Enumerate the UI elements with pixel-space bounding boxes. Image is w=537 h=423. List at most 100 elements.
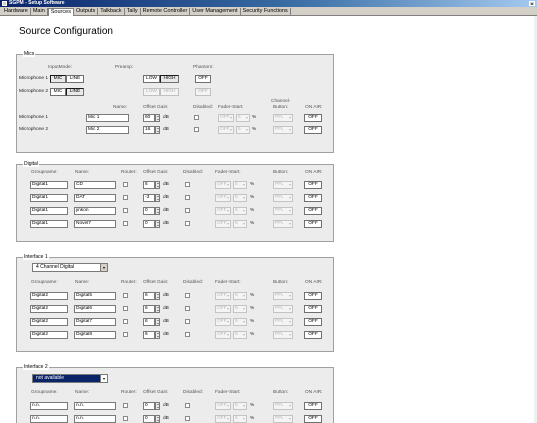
- digital-row2-onair-button[interactable]: OFF: [304, 194, 322, 202]
- if1-row4-name-field[interactable]: Digital8: [74, 331, 116, 339]
- if1-row1-gain-spinner[interactable]: [155, 292, 160, 300]
- if1-row1-name-field[interactable]: Digital5: [74, 292, 116, 300]
- digital-row3-button-select[interactable]: PFL: [273, 207, 293, 215]
- digital-row3-router-checkbox[interactable]: [123, 208, 128, 213]
- digital-row3-onair-button[interactable]: OFF: [304, 207, 322, 215]
- mic2-gain-field[interactable]: 16: [143, 126, 155, 134]
- menu-item-2[interactable]: Sources: [47, 8, 74, 16]
- if2-row1-gain-spinner[interactable]: [155, 402, 160, 410]
- digital-row4-onair-button[interactable]: OFF: [304, 220, 322, 228]
- mic1-button-select[interactable]: PFL: [273, 114, 293, 122]
- close-icon[interactable]: x: [529, 1, 535, 6]
- if2-row2-button-select[interactable]: PFL: [273, 415, 293, 423]
- digital-row4-gain-field[interactable]: 0: [143, 220, 155, 228]
- digital-row3-gain-spinner[interactable]: [155, 207, 160, 215]
- if1-row4-group-field[interactable]: Digital2: [30, 331, 68, 339]
- digital-row1-disabled-checkbox[interactable]: [185, 182, 190, 187]
- if2-row2-gain-field[interactable]: 0: [143, 415, 155, 423]
- mic2-button-select[interactable]: PFL: [273, 126, 293, 134]
- if1-row3-disabled-checkbox[interactable]: [185, 319, 190, 324]
- if1-row1-fader-off-select[interactable]: OFF: [215, 292, 231, 300]
- digital-row3-name-field[interactable]: jinkon: [74, 207, 116, 215]
- digital-row3-fader-value-select[interactable]: 5: [233, 207, 247, 215]
- if2-row1-fader-value-select[interactable]: 5: [233, 402, 247, 410]
- if1-row1-fader-value-select[interactable]: 5: [233, 292, 247, 300]
- if2-row1-group-field[interactable]: n.n.: [30, 402, 68, 410]
- chevron-down-icon[interactable]: [100, 375, 107, 382]
- digital-row1-group-field[interactable]: Digital1: [30, 181, 68, 189]
- if1-row2-group-field[interactable]: Digital2: [30, 305, 68, 313]
- if1-row2-gain-field[interactable]: 6: [143, 305, 155, 313]
- mic2-name-field[interactable]: Mic 2: [86, 126, 129, 134]
- if2-row1-fader-off-select[interactable]: OFF: [215, 402, 231, 410]
- if1-row4-button-select[interactable]: PFL: [273, 331, 293, 339]
- if2-row2-disabled-checkbox[interactable]: [185, 416, 190, 421]
- if2-row2-fader-value-select[interactable]: 5: [233, 415, 247, 423]
- menu-item-5[interactable]: Tally: [125, 8, 141, 15]
- if1-row2-fader-off-select[interactable]: OFF: [215, 305, 231, 313]
- if1-row4-fader-value-select[interactable]: 5: [233, 331, 247, 339]
- if1-row3-onair-button[interactable]: OFF: [304, 318, 322, 326]
- if2-row1-disabled-checkbox[interactable]: [185, 403, 190, 408]
- if2-row1-onair-button[interactable]: OFF: [304, 402, 322, 410]
- if1-row2-gain-spinner[interactable]: [155, 305, 160, 313]
- if1-row2-button-select[interactable]: PFL: [273, 305, 293, 313]
- digital-row1-gain-spinner[interactable]: [155, 181, 160, 189]
- digital-row4-button-select[interactable]: PFL: [273, 220, 293, 228]
- chevron-down-icon[interactable]: [100, 264, 107, 271]
- if1-row3-group-field[interactable]: Digital2: [30, 318, 68, 326]
- digital-row1-name-field[interactable]: CD: [74, 181, 116, 189]
- if2-row2-fader-off-select[interactable]: OFF: [215, 415, 231, 423]
- digital-row4-group-field[interactable]: Digital1: [30, 220, 68, 228]
- digital-row1-button-select[interactable]: PFL: [273, 181, 293, 189]
- mic1-preamp-low-button[interactable]: LOW: [143, 75, 160, 83]
- menu-item-1[interactable]: Main: [31, 8, 48, 15]
- digital-row1-fader-off-select[interactable]: OFF: [215, 181, 231, 189]
- digital-row2-router-checkbox[interactable]: [123, 195, 128, 200]
- if1-row2-router-checkbox[interactable]: [123, 306, 128, 311]
- if1-row1-router-checkbox[interactable]: [123, 293, 128, 298]
- if1-row2-name-field[interactable]: Digital6: [74, 305, 116, 313]
- menu-item-7[interactable]: User Management: [190, 8, 241, 15]
- mic2-disabled-checkbox[interactable]: [194, 127, 199, 132]
- if1-row3-button-select[interactable]: PFL: [273, 318, 293, 326]
- if1-row4-router-checkbox[interactable]: [123, 332, 128, 337]
- menu-item-6[interactable]: Remote Controller: [141, 8, 191, 15]
- if2-row2-group-field[interactable]: n.n.: [30, 415, 68, 423]
- mic1-preamp-high-button[interactable]: HIGH: [160, 75, 179, 83]
- if1-row1-gain-field[interactable]: 6: [143, 292, 155, 300]
- mic2-phantom-button[interactable]: OFF: [195, 88, 211, 96]
- if1-row2-fader-value-select[interactable]: 5: [233, 305, 247, 313]
- if1-row3-router-checkbox[interactable]: [123, 319, 128, 324]
- if2-row2-router-checkbox[interactable]: [123, 416, 128, 421]
- if1-row4-gain-field[interactable]: 6: [143, 331, 155, 339]
- mic1-fader-value-select[interactable]: 5: [236, 114, 250, 122]
- mic1-fader-off-select[interactable]: OFF: [218, 114, 234, 122]
- digital-row1-gain-field[interactable]: 6: [143, 181, 155, 189]
- digital-row3-gain-field[interactable]: 0: [143, 207, 155, 215]
- mic1-disabled-checkbox[interactable]: [194, 115, 199, 120]
- mic1-gain-spinner[interactable]: [155, 114, 160, 122]
- digital-row4-fader-value-select[interactable]: 5: [233, 220, 247, 228]
- digital-row2-gain-spinner[interactable]: [155, 194, 160, 202]
- menu-item-4[interactable]: Talkback: [98, 8, 125, 15]
- digital-row2-group-field[interactable]: Digital1: [30, 194, 68, 202]
- digital-row2-fader-off-select[interactable]: OFF: [215, 194, 231, 202]
- mic1-name-field[interactable]: Mic 1: [86, 114, 129, 122]
- mic2-fader-off-select[interactable]: OFF: [218, 126, 234, 134]
- if1-row4-onair-button[interactable]: OFF: [304, 331, 322, 339]
- if1-row3-gain-field[interactable]: 6: [143, 318, 155, 326]
- menu-item-0[interactable]: Hardware: [2, 8, 31, 15]
- if1-row1-group-field[interactable]: Digital2: [30, 292, 68, 300]
- digital-row3-fader-off-select[interactable]: OFF: [215, 207, 231, 215]
- mic1-mode-mic-button[interactable]: MIC: [50, 75, 66, 83]
- if2-row2-onair-button[interactable]: OFF: [304, 415, 322, 423]
- if1-row1-disabled-checkbox[interactable]: [185, 293, 190, 298]
- if2-row1-button-select[interactable]: PFL: [273, 402, 293, 410]
- mic2-preamp-high-button[interactable]: HIGH: [160, 88, 179, 96]
- mic1-mode-line-button[interactable]: LINE: [66, 75, 84, 83]
- if1-row4-disabled-checkbox[interactable]: [185, 332, 190, 337]
- digital-row2-fader-value-select[interactable]: 5: [233, 194, 247, 202]
- if2-row2-gain-spinner[interactable]: [155, 415, 160, 423]
- if1-row2-onair-button[interactable]: OFF: [304, 305, 322, 313]
